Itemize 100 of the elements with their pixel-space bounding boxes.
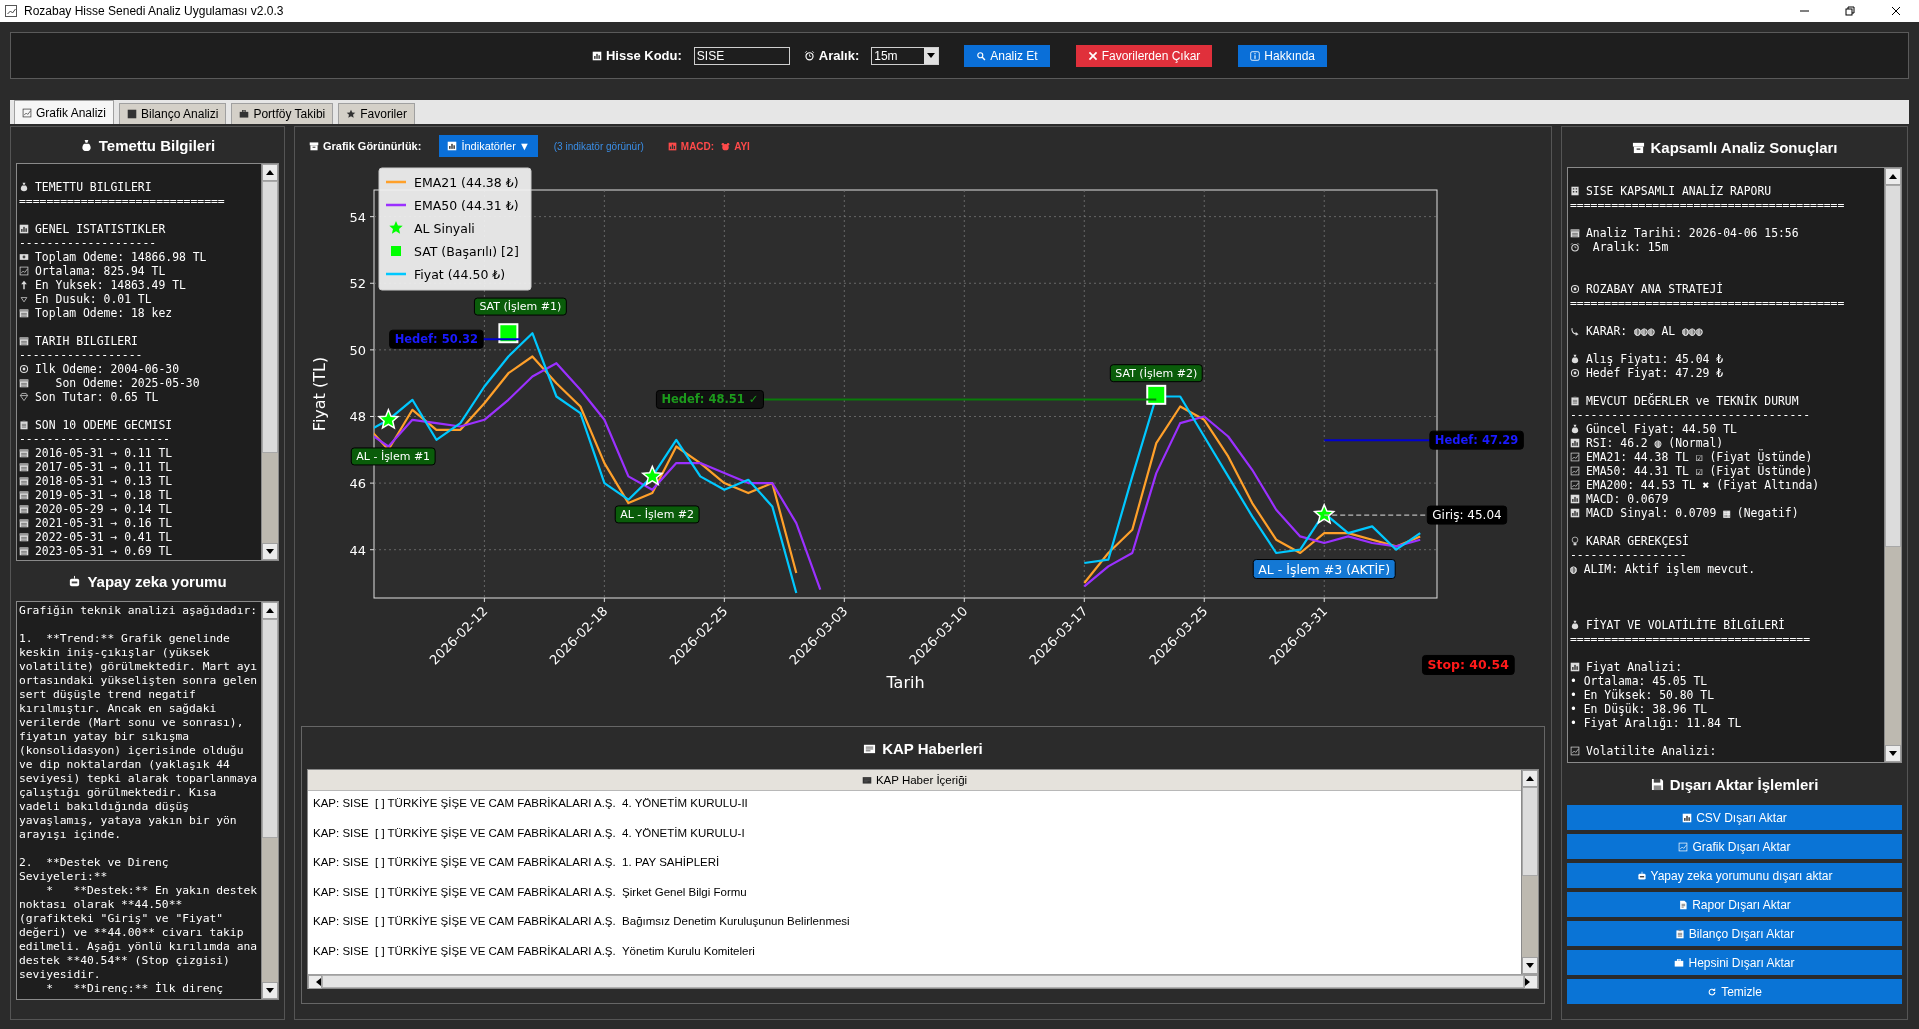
tab[interactable]: Grafik Analizi — [14, 100, 115, 124]
refresh-icon — [1707, 986, 1718, 997]
line-chart-icon — [22, 107, 32, 118]
money-bag-icon — [1570, 354, 1580, 364]
column-header[interactable]: KAP Haber İçeriği — [308, 770, 1521, 791]
line-chart-icon — [1570, 746, 1580, 756]
chart-label: SAT (İşlem #1) — [473, 297, 567, 316]
news-row[interactable]: KAP: SISE [ ] TÜRKİYE ŞİŞE VE CAM FABRİKALARI A.Ş. 4. YÖNETİM KURULU-II — [308, 797, 1521, 827]
report-text-line: KARAR: ◍◍◍ AL ◍◍◍ — [1586, 324, 1703, 338]
legend-label: EMA50 (44.31 ₺) — [414, 197, 519, 213]
toolbar-button[interactable]: Analiz Et — [964, 44, 1050, 67]
bar-chart-icon — [1570, 494, 1580, 504]
interval-dropdown[interactable]: 15m — [871, 46, 940, 65]
export-button[interactable]: Grafik Dışarı Aktar — [1567, 834, 1902, 859]
scrollbar[interactable] — [1884, 168, 1901, 762]
report-text-line: MACD: 0.0679 — [1586, 492, 1669, 506]
stock-code-field[interactable]: SISE — [693, 46, 790, 65]
report-text-line: ----------------------------------- — [1570, 408, 1811, 422]
report-text-line: Fiyat Analizi: — [1586, 660, 1682, 674]
news-row[interactable]: KAP: SISE [ ] TÜRKİYE ŞİŞE VE CAM FABRİKALARI A.Ş. Şirket Genel Bilgi Formu — [308, 885, 1521, 915]
axis-tick-label: 54 — [349, 209, 366, 225]
annotation: SAT (İşlem #2) — [1115, 366, 1198, 380]
report-text-line: Analiz Tarihi: 2026-04-06 15:56 — [1586, 226, 1799, 240]
star-icon — [346, 109, 357, 119]
building-icon — [1570, 186, 1580, 196]
dividend-text-line: Toplam Odeme: 14866.98 TL — [35, 250, 207, 264]
dividend-text-line: 2017-05-31 → 0.11 TL — [35, 460, 173, 474]
dividend-text-line: ============================== — [19, 194, 225, 208]
text-area[interactable] — [1567, 167, 1902, 763]
dividend-text-line: GENEL ISTATISTIKLER — [35, 222, 166, 236]
briefcase-icon — [239, 109, 250, 119]
annotation: Giriş: 45.04 — [1432, 508, 1502, 523]
clipboard-icon — [1570, 396, 1580, 406]
annotation: SAT (İşlem #1) — [479, 300, 562, 314]
dividend-text-line: Son Odeme: 2025-05-30 — [54, 376, 200, 390]
bar-chart-icon — [1570, 662, 1580, 672]
target-icon — [19, 364, 29, 374]
scrollbar[interactable] — [1521, 770, 1538, 974]
alarm-clock-icon — [803, 50, 815, 61]
panel-title: Temettu Bilgileri — [98, 136, 216, 154]
toolbar-button[interactable]: Favorilerden Çıkar — [1075, 44, 1213, 67]
calendar-icon — [19, 504, 29, 514]
news-row[interactable]: KAP: SISE [ ] TÜRKİYE ŞİŞE VE CAM FABRİKALARI A.Ş. Bağımsız Denetim Kuruluşunun Belirlenmesi — [308, 915, 1521, 945]
report-text-line: MACD Sinyal: 0.0709 ▦ (Negatif) — [1586, 506, 1799, 520]
clipboard-icon — [19, 420, 29, 430]
news-row[interactable]: KAP: SISE [ ] TÜRKİYE ŞİŞE VE CAM FABRİKALARI A.Ş. 1. PAY SAHİPLERİ — [308, 856, 1521, 886]
export-button[interactable]: Yapay zeka yorumunu dışarı aktar — [1567, 863, 1902, 888]
info-icon — [1250, 50, 1261, 61]
export-button[interactable]: Rapor Dışarı Aktar — [1567, 892, 1902, 917]
export-button[interactable]: Hepsini Dışarı Aktar — [1567, 950, 1902, 975]
news-row[interactable]: KAP: SISE [ ] TÜRKİYE ŞİŞE VE CAM FABRİKALARI A.Ş. 4. YÖNETİM KURULU-I — [308, 826, 1521, 856]
close-icon[interactable] — [1891, 6, 1901, 16]
chart-label: Hedef: 48.51 ✓ — [655, 390, 764, 409]
dividend-text-line: ---------------------- — [19, 432, 170, 446]
scrollbar[interactable] — [261, 602, 278, 999]
curved-arrow-icon — [1570, 326, 1580, 336]
dividend-text-line: ------------------ — [19, 348, 143, 362]
chart-label: Hedef: 47.29 — [1429, 430, 1524, 450]
axis-title: Tarih — [886, 673, 925, 692]
up-arrow-icon — [19, 280, 29, 290]
report-text-line: FİYAT VE VOLATİLİTE BİLGİLERİ — [1586, 618, 1785, 632]
export-button[interactable]: Temizle — [1567, 979, 1902, 1004]
dividend-text-line: TARIH BILGILERI — [35, 334, 138, 348]
report-text-line: EMA50: 44.31 TL ☑ (Fiyat Üstünde) — [1586, 464, 1813, 478]
bar-chart-icon — [591, 50, 602, 61]
toolbar-button[interactable]: Hakkında — [1238, 44, 1328, 67]
money-bag-icon — [1570, 620, 1580, 630]
restore-icon[interactable] — [1845, 6, 1855, 16]
window-title: Rozabay Hisse Senedi Analiz Uygulaması v2.0.3 — [24, 4, 285, 18]
field-label: Aralık: — [818, 48, 860, 63]
field-label: Hisse Kodu: — [605, 48, 682, 63]
app-icon — [4, 4, 18, 18]
panel-title: KAP Haberleri — [882, 739, 983, 757]
gem-icon — [19, 392, 29, 402]
tab[interactable]: Portföy Takibi — [231, 103, 334, 124]
calendar-icon — [19, 378, 29, 388]
export-button[interactable]: Bilanço Dışarı Aktar — [1567, 921, 1902, 946]
calendar-icon — [19, 518, 29, 528]
annotation: AL - İşlem #1 — [356, 449, 431, 463]
legend-label: SAT (Başarılı) [2] — [414, 243, 519, 259]
news-row[interactable]: KAP: SISE [ ] TÜRKİYE ŞİŞE VE CAM FABRİKALARI A.Ş. Yönetim Kurulu Komiteleri — [308, 944, 1521, 974]
dividend-text-line: En Dusuk: 0.01 TL — [35, 292, 152, 306]
bar-chart-icon — [127, 109, 138, 119]
dividend-text-line: En Yuksek: 14863.49 TL — [35, 278, 186, 292]
export-button[interactable]: CSV Dışarı Aktar — [1567, 805, 1902, 830]
dividend-text-line: Ilk Odeme: 2004-06-30 — [35, 362, 179, 376]
macd-label: MACD: — [680, 140, 715, 152]
chart-label: AL - İşlem #1 — [350, 447, 436, 466]
chart-label: SAT (İşlem #2) — [1109, 364, 1203, 383]
ai-comment-text: Grafiğin teknik analizi aşağıdadır: 1. **Trend:** Grafik genelinde keskin iniş-çıkışlar (yüksek volatilite) görülmektedir. Mart ayı ortasındaki yükselişten sonra gelen sert düşüşle trend negatif kırılmıştır. Ancak en sağdaki verilerde (Mart sonu ve sonrası), fiyatın yatay bir sıkışma (konsolidasyon) içerisinde olduğu ve dip noktalardan (yaklaşık 44 seviyesi) tepki alarak toparlanmaya çalıştığı görülmektedir. Kısa vadeli bakıldığında düşüş yavaşlamış, yataya yakın bir yön arayışı içinde. 2. **Destek ve Direnç Seviyeleri:** * **Destek:** En yakın destek noktası olarak **44.50** (grafikteki "Giriş" ve "Fiyat" değeri) ve **44.00** civarı takip edilmeli. Aşağı yönlü kırılımda ana destek **40.54** (Stop çizgisi) seviyesidir. * **Direnç:** İlk direnç — [19, 604, 259, 996]
annotation: Hedef: 48.51 ✓ — [661, 392, 759, 407]
chart-label: Stop: 40.54 — [1422, 654, 1515, 675]
chart-label: AL - İşlem #3 (AKTİF) — [1252, 559, 1396, 579]
scrollbar[interactable] — [308, 974, 1538, 988]
tab[interactable]: Favoriler — [338, 103, 415, 124]
text-area[interactable] — [16, 163, 279, 561]
money-bag-icon — [19, 182, 29, 192]
scrollbar[interactable] — [261, 164, 278, 560]
tab[interactable]: Bilanço Analizi — [119, 103, 227, 124]
indicators-button[interactable]: İndikatörler ▼ — [439, 135, 538, 157]
